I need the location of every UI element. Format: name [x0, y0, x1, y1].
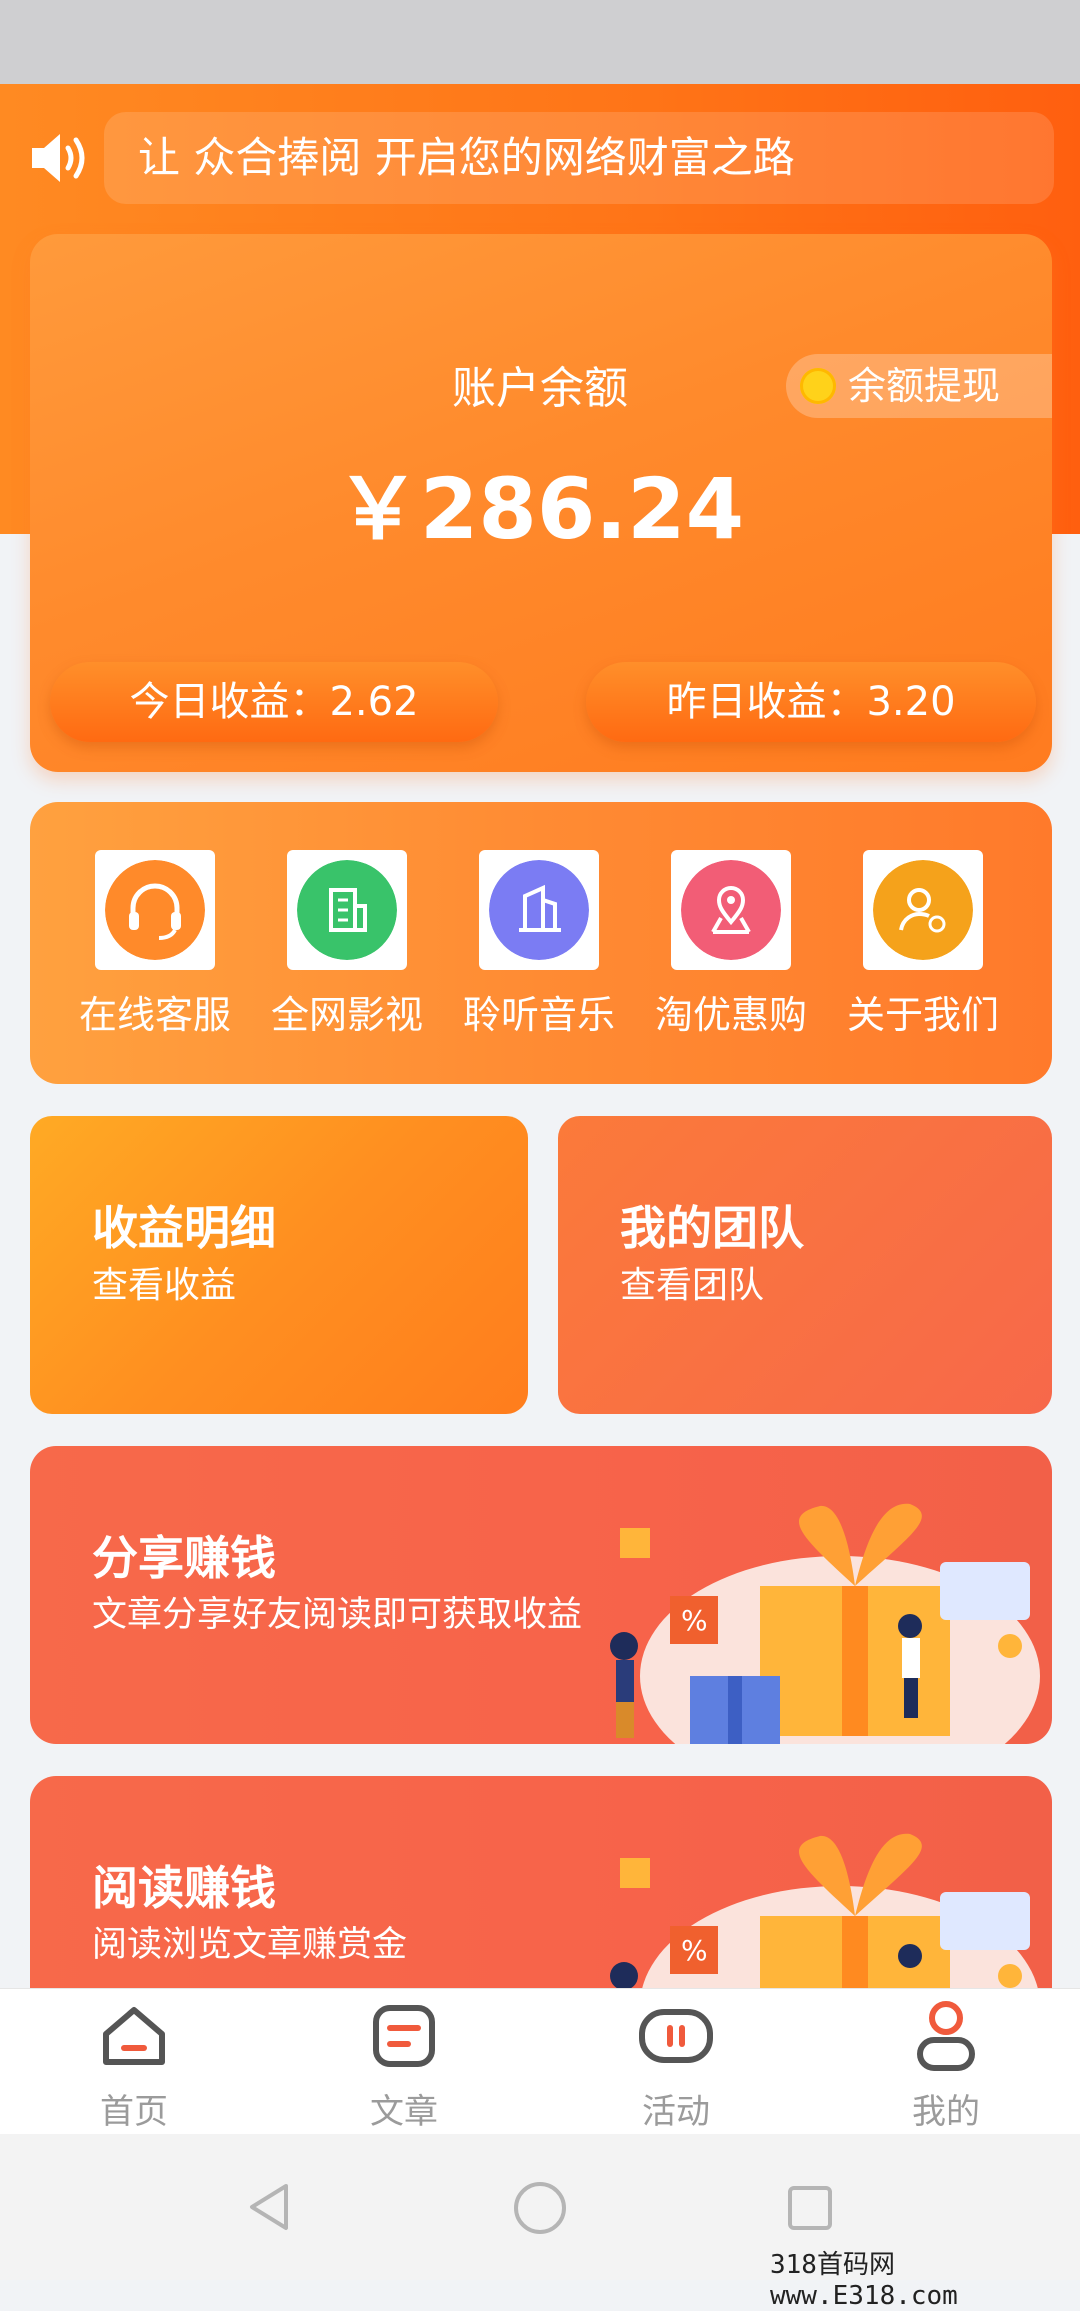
menu-icon-frame	[863, 850, 983, 970]
gift-illustration: %	[610, 1503, 1040, 1744]
tab-label: 活动	[642, 2092, 710, 2132]
home-nav-icon[interactable]	[512, 2180, 568, 2236]
gift-illustration: %	[610, 1833, 1038, 1988]
tab-label: 首页	[100, 2092, 168, 2132]
tab-home[interactable]: 首页	[64, 1996, 204, 2132]
menu-icon-frame	[479, 850, 599, 970]
yesterday-earnings[interactable]: 昨日收益：3.20	[586, 662, 1036, 742]
withdraw-button[interactable]: 余额提现	[786, 354, 1052, 418]
tab-profile[interactable]: 我的	[876, 1996, 1016, 2132]
tile-subtitle: 查看收益	[92, 1265, 237, 1306]
promo-title: 分享赚钱	[92, 1531, 276, 1585]
activity-icon	[639, 2009, 713, 2063]
tile-title: 收益明细	[92, 1201, 276, 1255]
tab-activity[interactable]: 活动	[606, 1996, 746, 2132]
tile-title: 我的团队	[620, 1201, 804, 1255]
income-detail-card[interactable]: 收益明细 查看收益	[30, 1116, 528, 1414]
svg-text:%: %	[681, 1604, 708, 1637]
user-location-icon	[873, 860, 973, 960]
menu-label: 全网影视	[270, 993, 423, 1037]
menu-icon-frame	[671, 850, 791, 970]
menu-item-shopping[interactable]: 淘优惠购	[646, 850, 816, 1050]
tab-label: 文章	[370, 2092, 438, 2132]
menu-label: 淘优惠购	[654, 993, 807, 1037]
location-pin-icon	[681, 860, 781, 960]
back-icon[interactable]	[244, 2180, 294, 2234]
read-earn-banner[interactable]: 阅读赚钱 阅读浏览文章赚赏金 %	[30, 1776, 1052, 1988]
coin-icon	[800, 368, 836, 404]
share-earn-banner[interactable]: 分享赚钱 文章分享好友阅读即可获取收益 %	[30, 1446, 1052, 1744]
svg-text:%: %	[681, 1934, 708, 1967]
notice-text: 让 众合捧阅 开启您的网络财富之路	[138, 133, 795, 182]
menu-item-customer-service[interactable]: 在线客服	[70, 850, 240, 1050]
my-team-card[interactable]: 我的团队 查看团队	[558, 1116, 1052, 1414]
tab-label: 我的	[912, 2092, 980, 2132]
menu-label: 关于我们	[846, 993, 999, 1037]
status-bar	[0, 0, 1080, 84]
building-icon	[297, 860, 397, 960]
promo-subtitle: 文章分享好友阅读即可获取收益	[92, 1595, 583, 1635]
tab-article[interactable]: 文章	[334, 1996, 474, 2132]
today-earnings[interactable]: 今日收益：2.62	[50, 662, 498, 742]
withdraw-label: 余额提现	[848, 364, 1001, 408]
article-icon	[373, 2005, 435, 2067]
headset-icon	[105, 860, 205, 960]
recents-icon[interactable]	[786, 2184, 834, 2232]
menu-icon-frame	[287, 850, 407, 970]
promo-subtitle: 阅读浏览文章赚赏金	[92, 1925, 408, 1965]
speaker-icon	[32, 134, 85, 182]
promo-title: 阅读赚钱	[92, 1861, 276, 1915]
menu-item-video[interactable]: 全网影视	[262, 850, 432, 1050]
profile-icon	[917, 2001, 975, 2071]
tower-icon	[489, 860, 589, 960]
menu-item-about[interactable]: 关于我们	[838, 850, 1008, 1050]
menu-icon-frame	[95, 850, 215, 970]
watermark: 318首码网 www.E318.com	[770, 2250, 958, 2311]
tile-subtitle: 查看团队	[620, 1265, 765, 1306]
balance-amount: ￥286.24	[335, 460, 745, 558]
home-icon	[103, 2007, 165, 2065]
menu-item-music[interactable]: 聆听音乐	[454, 850, 624, 1050]
menu-label: 聆听音乐	[462, 993, 615, 1037]
menu-label: 在线客服	[78, 993, 231, 1037]
